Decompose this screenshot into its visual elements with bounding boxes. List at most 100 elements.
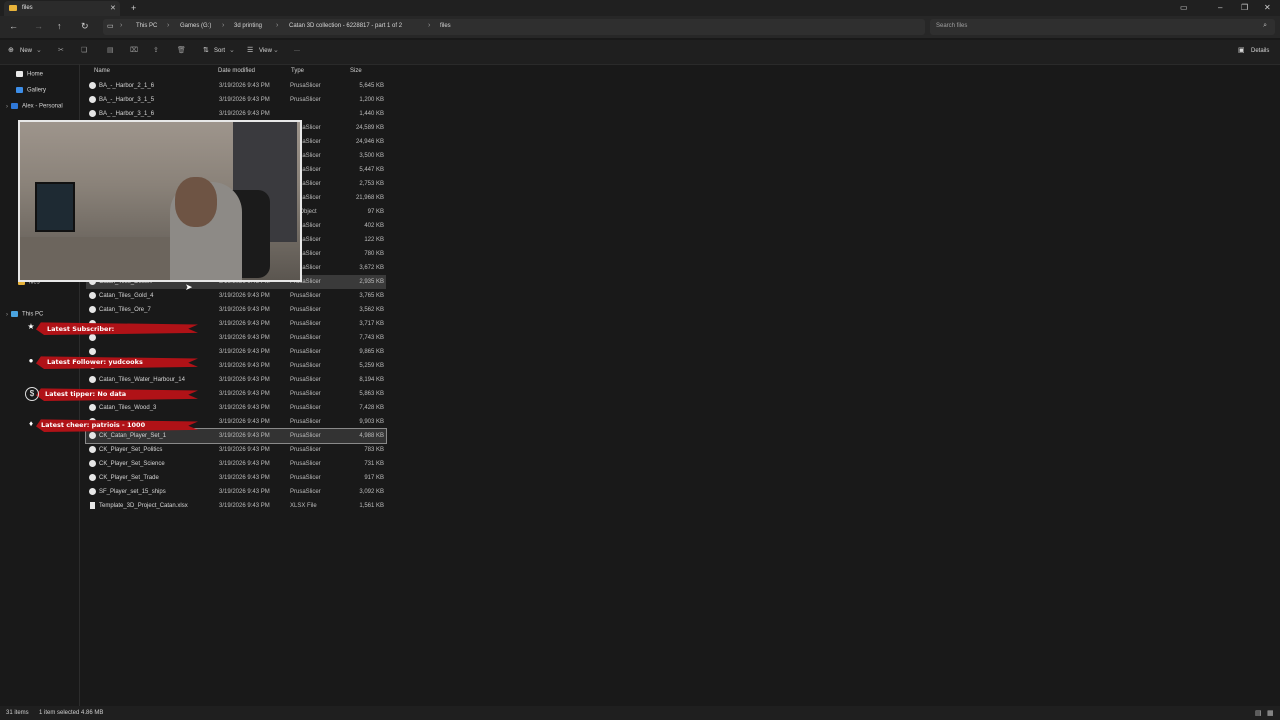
- file-row[interactable]: Template_3D_Project_Catan.xlsx 3/19/2026 …: [86, 499, 386, 513]
- maximize-icon[interactable]: ❐: [1241, 3, 1248, 12]
- latest-subscriber: Latest Subscriber:: [47, 325, 115, 333]
- file-row[interactable]: BA_-_Harbor_3_1_5 3/19/2026 9:43 PM PrusaS…: [86, 93, 386, 107]
- file-size: 24,589 KB: [355, 125, 384, 131]
- file-name: BA_-_Harbor_2_1_6: [99, 83, 155, 89]
- chevron-down-icon[interactable]: ⌄: [36, 46, 42, 54]
- file-size: 2,935 KB: [359, 279, 384, 285]
- file-row[interactable]: BA_-_Harbor_2_1_6 3/19/2026 9:43 PM PrusaS…: [86, 79, 386, 93]
- back-icon[interactable]: ←: [9, 21, 18, 31]
- file-date: 3/19/2026 9:43 PM: [219, 307, 270, 313]
- minimize-icon[interactable]: –: [1218, 3, 1222, 12]
- tab-files[interactable]: files ✕: [4, 1, 120, 16]
- search-box[interactable]: Search files ⌕: [930, 19, 1275, 35]
- status-bar: 31 items 1 item selected 4.86 MB ▤ ▦: [0, 706, 1280, 720]
- file-row[interactable]: CK_Player_Set_Trade 3/19/2026 9:43 PM Prus…: [86, 471, 386, 485]
- file-name: CK_Player_Set_Trade: [99, 475, 159, 481]
- share-icon[interactable]: ⇪: [153, 46, 159, 54]
- column-header-date[interactable]: Date modified: [218, 68, 255, 74]
- close-tab-icon[interactable]: ✕: [110, 4, 116, 12]
- details-button[interactable]: Details: [1251, 48, 1269, 54]
- file-row[interactable]: BA_-_Harbor_3_1_6 3/19/2026 9:43 PM 1,440 …: [86, 107, 386, 121]
- tiles-view-icon[interactable]: ▦: [1267, 709, 1274, 717]
- file-row[interactable]: Catan_Tiles_Water_Harbour_14 3/19/2026 9:…: [86, 373, 386, 387]
- sort-icon[interactable]: ⇅: [203, 46, 209, 54]
- file-row[interactable]: Catan_Tiles_Gold_4 3/19/2026 9:43 PM Prusa…: [86, 289, 386, 303]
- details-icon[interactable]: ▣: [1238, 46, 1245, 54]
- column-header-name[interactable]: Name: [94, 68, 110, 74]
- sidebar-item-onedrive[interactable]: › Alex - Personal: [6, 103, 63, 115]
- prusaslicer-icon: [89, 432, 96, 439]
- file-date: 3/19/2026 9:43 PM: [219, 97, 270, 103]
- file-size: 5,645 KB: [359, 83, 384, 89]
- breadcrumb-3d-printing[interactable]: 3d printing: [234, 23, 262, 29]
- file-row[interactable]: 3/19/2026 9:43 PM PrusaSlicer 9,865 KB: [86, 345, 386, 359]
- file-row[interactable]: SF_Player_set_15_ships 3/19/2026 9:43 PM P…: [86, 485, 386, 499]
- paste-icon[interactable]: ▤: [107, 46, 114, 54]
- prusaslicer-icon: [89, 404, 96, 411]
- file-type: PrusaSlicer: [290, 307, 321, 313]
- sidebar-item-home[interactable]: Home: [16, 71, 43, 83]
- selection-info: 1 item selected 4.86 MB: [39, 710, 104, 716]
- up-icon[interactable]: ↑: [57, 21, 62, 31]
- monitor-icon: [11, 311, 18, 317]
- chevron-down-icon[interactable]: ⌄: [273, 46, 279, 54]
- command-bar: ⊕ New ⌄ ✂ ❏ ▤ ⌧ ⇪ 🗑 ⇅ Sort ⌄ ☰ View ⌄ ··…: [0, 40, 1280, 65]
- file-row[interactable]: CK_Player_Set_Science 3/19/2026 9:43 PM Pr…: [86, 457, 386, 471]
- breadcrumb-catan-collection[interactable]: Catan 3D collection - 6228817 - part 1 o…: [289, 23, 402, 29]
- file-date: 3/19/2026 9:43 PM: [219, 475, 270, 481]
- file-date: 3/19/2026 9:43 PM: [219, 391, 270, 397]
- new-tab-icon[interactable]: +: [131, 3, 136, 13]
- file-name: BA_-_Harbor_3_1_6: [99, 111, 155, 117]
- file-row[interactable]: Catan_Tiles_Wood_3 3/19/2026 9:43 PM Prusa…: [86, 401, 386, 415]
- view-button[interactable]: View: [259, 48, 272, 54]
- file-size: 783 KB: [364, 447, 384, 453]
- prusaslicer-icon: [89, 348, 96, 355]
- details-view-icon[interactable]: ▤: [1255, 709, 1262, 717]
- file-row[interactable]: CK_Player_Set_Politics 3/19/2026 9:43 PM P…: [86, 443, 386, 457]
- address-bar[interactable]: ▭ › This PC › Games (G:) › 3d printing ›…: [103, 19, 925, 35]
- sidebar-item-gallery[interactable]: Gallery: [16, 87, 46, 99]
- star-icon: ★: [27, 322, 35, 331]
- chevron-right-icon[interactable]: ›: [6, 312, 8, 318]
- snap-icon[interactable]: ▭: [1180, 3, 1188, 12]
- rename-icon[interactable]: ⌧: [130, 46, 138, 54]
- file-date: 3/19/2026 9:43 PM: [219, 433, 270, 439]
- search-input[interactable]: Search files: [936, 23, 967, 29]
- column-header-type[interactable]: Type: [291, 68, 304, 74]
- file-type: PrusaSlicer: [290, 83, 321, 89]
- file-size: 2,753 KB: [359, 181, 384, 187]
- sidebar-item-this-pc[interactable]: › This PC: [6, 311, 43, 323]
- forward-icon[interactable]: →: [34, 21, 43, 31]
- refresh-icon[interactable]: ↻: [81, 21, 89, 32]
- file-size: 1,561 KB: [359, 503, 384, 509]
- file-row[interactable]: Catan_Tiles_Ore_7 3/19/2026 9:43 PM PrusaS…: [86, 303, 386, 317]
- chevron-down-icon[interactable]: ⌄: [229, 46, 235, 54]
- chevron-right-icon[interactable]: ›: [6, 104, 8, 110]
- breadcrumb-files[interactable]: files: [440, 23, 451, 29]
- delete-icon[interactable]: 🗑: [177, 46, 186, 54]
- file-row[interactable]: CK_Catan_Player_Set_1 3/19/2026 9:43 PM Pr…: [85, 428, 387, 444]
- column-header-size[interactable]: Size: [350, 68, 362, 74]
- close-window-icon[interactable]: ✕: [1264, 3, 1271, 12]
- file-name: SF_Player_set_15_ships: [99, 489, 166, 495]
- chevron-right-icon: ›: [167, 22, 170, 29]
- new-button[interactable]: New: [20, 48, 32, 54]
- prusaslicer-icon: [89, 306, 96, 313]
- file-date: 3/19/2026 9:43 PM: [219, 377, 270, 383]
- view-icon[interactable]: ☰: [247, 46, 253, 54]
- breadcrumb-games-drive[interactable]: Games (G:): [180, 23, 211, 29]
- file-size: 9,903 KB: [359, 419, 384, 425]
- file-size: 1,200 KB: [359, 97, 384, 103]
- more-options-button[interactable]: ···: [294, 48, 300, 54]
- breadcrumb-this-pc[interactable]: This PC: [136, 23, 157, 29]
- file-size: 3,092 KB: [359, 489, 384, 495]
- user-icon: ●: [28, 356, 34, 365]
- copy-icon[interactable]: ❏: [81, 46, 87, 54]
- file-name: Catan_Tiles_Water_Harbour_14: [99, 377, 185, 383]
- file-size: 3,562 KB: [359, 307, 384, 313]
- file-name: CK_Catan_Player_Set_1: [99, 433, 167, 439]
- file-date: 3/19/2026 9:43 PM: [219, 321, 270, 327]
- new-icon[interactable]: ⊕: [8, 46, 14, 54]
- cut-icon[interactable]: ✂: [58, 46, 64, 54]
- sort-button[interactable]: Sort: [214, 48, 225, 54]
